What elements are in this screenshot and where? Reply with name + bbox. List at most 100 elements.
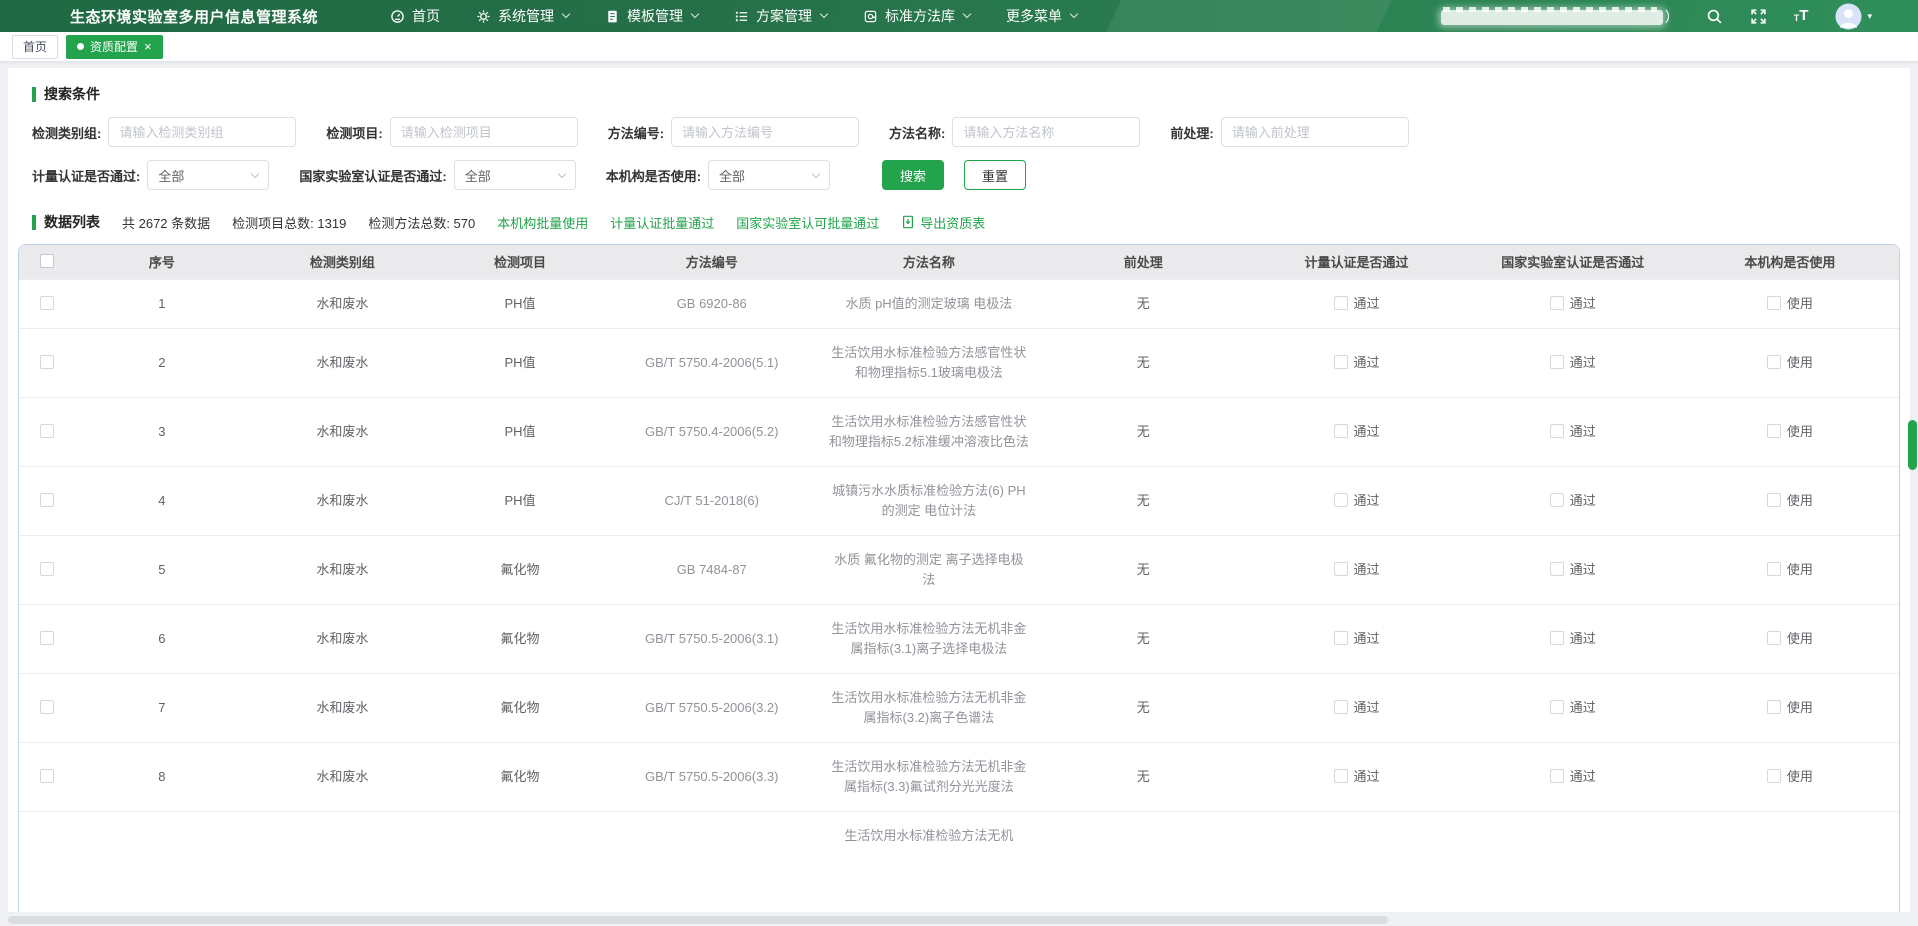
- cell-method-code: GB/T 5750.5-2006(3.3): [604, 742, 820, 811]
- batch-use-link[interactable]: 本机构批量使用: [497, 213, 588, 232]
- search-section-title: 搜索条件: [32, 84, 1900, 104]
- row-checkbox[interactable]: [40, 631, 54, 645]
- cell-category: 水和废水: [248, 328, 436, 397]
- chevron-down-icon: [251, 169, 259, 177]
- dashboard-icon: [390, 9, 405, 24]
- horizontal-scrollbar-thumb[interactable]: [8, 916, 1388, 924]
- horizontal-scrollbar[interactable]: [0, 914, 1918, 926]
- vertical-scrollbar-thumb[interactable]: [1908, 420, 1917, 470]
- metrology-pass-checkbox[interactable]: [1334, 562, 1348, 576]
- cell-metrology-pass: 通过: [1248, 742, 1464, 811]
- cell-category: 水和废水: [248, 742, 436, 811]
- org-use-checkbox[interactable]: [1767, 769, 1781, 783]
- row-checkbox[interactable]: [40, 296, 54, 310]
- cell-org-use: 使用: [1681, 397, 1899, 466]
- org-use-checkbox[interactable]: [1767, 296, 1781, 310]
- library-icon: [863, 9, 878, 24]
- method-total-count: 检测方法总数: 570: [368, 213, 475, 232]
- cell-index: 3: [75, 397, 248, 466]
- row-checkbox[interactable]: [40, 424, 54, 438]
- cell-method-code: CJ/T 51-2018(6): [604, 466, 820, 535]
- cell-test-item: 氟化物: [436, 673, 603, 742]
- batch-metrology-pass-link[interactable]: 计量认证批量通过: [610, 213, 714, 232]
- row-checkbox[interactable]: [40, 769, 54, 783]
- row-checkbox[interactable]: [40, 562, 54, 576]
- national-pass-checkbox[interactable]: [1550, 769, 1564, 783]
- cell-org-use: 使用: [1681, 328, 1899, 397]
- field-test-item: 检测项目:: [326, 117, 577, 147]
- national-pass-checkbox[interactable]: [1550, 296, 1564, 310]
- tab-qualification-config[interactable]: 资质配置 ×: [66, 35, 163, 59]
- org-use-checkbox[interactable]: [1767, 562, 1781, 576]
- row-checkbox[interactable]: [40, 700, 54, 714]
- batch-national-pass-link[interactable]: 国家实验室认可批量通过: [736, 213, 879, 232]
- cell-pretreatment: 无: [1038, 673, 1249, 742]
- chevron-down-icon: [820, 10, 828, 18]
- select-all-checkbox[interactable]: [40, 254, 54, 268]
- category-group-input[interactable]: [108, 117, 296, 147]
- national-pass-checkbox[interactable]: [1550, 493, 1564, 507]
- metrology-pass-checkbox[interactable]: [1334, 700, 1348, 714]
- cell-national-pass: 通过: [1465, 673, 1681, 742]
- export-qualification-link[interactable]: 导出资质表: [901, 213, 985, 232]
- method-code-input[interactable]: [671, 117, 859, 147]
- fullscreen-icon: [1750, 8, 1767, 25]
- avatar: [1835, 3, 1862, 30]
- close-icon[interactable]: ×: [144, 40, 152, 53]
- org-use-checkbox[interactable]: [1767, 493, 1781, 507]
- active-dot-icon: [77, 43, 84, 50]
- cell-index: 6: [75, 604, 248, 673]
- app-title: 生态环境实验室多用户信息管理系统: [70, 6, 318, 27]
- national-pass-checkbox[interactable]: [1550, 631, 1564, 645]
- row-checkbox[interactable]: [40, 355, 54, 369]
- cell-index: 7: [75, 673, 248, 742]
- metrology-pass-checkbox[interactable]: [1334, 769, 1348, 783]
- national-pass-checkbox[interactable]: [1550, 562, 1564, 576]
- section-accent-bar: [32, 215, 36, 230]
- cell-index: 4: [75, 466, 248, 535]
- cell-pretreatment: 无: [1038, 397, 1249, 466]
- menu-template[interactable]: 模板管理: [605, 6, 698, 26]
- tab-home[interactable]: 首页: [12, 35, 58, 59]
- search-submit-button[interactable]: 搜索: [882, 160, 944, 190]
- cell-test-item: PH值: [436, 466, 603, 535]
- org-use-checkbox[interactable]: [1767, 700, 1781, 714]
- user-menu[interactable]: ▾: [1835, 3, 1872, 30]
- metrology-pass-checkbox[interactable]: [1334, 296, 1348, 310]
- national-pass-checkbox[interactable]: [1550, 355, 1564, 369]
- menu-more[interactable]: 更多菜单: [1006, 6, 1077, 26]
- redaction-blur: [1441, 10, 1663, 25]
- menu-home[interactable]: 首页: [390, 6, 440, 26]
- method-name-input[interactable]: [952, 117, 1140, 147]
- chevron-down-icon: [691, 10, 699, 18]
- metrology-pass-checkbox[interactable]: [1334, 424, 1348, 438]
- font-size-button[interactable]: TT: [1794, 8, 1809, 24]
- menu-system[interactable]: 系统管理: [476, 6, 569, 26]
- metrology-pass-select[interactable]: 全部: [147, 160, 269, 190]
- cell-org-use: 使用: [1681, 742, 1899, 811]
- national-pass-checkbox[interactable]: [1550, 700, 1564, 714]
- org-use-checkbox[interactable]: [1767, 424, 1781, 438]
- national-pass-checkbox[interactable]: [1550, 424, 1564, 438]
- national-lab-pass-select[interactable]: 全部: [454, 160, 576, 190]
- list-icon: [734, 9, 749, 24]
- menu-plan[interactable]: 方案管理: [734, 6, 827, 26]
- org-use-checkbox[interactable]: [1767, 631, 1781, 645]
- org-use-select[interactable]: 全部: [708, 160, 830, 190]
- metrology-pass-checkbox[interactable]: [1334, 493, 1348, 507]
- reset-button[interactable]: 重置: [964, 160, 1026, 190]
- cell-metrology-pass: 通过: [1248, 279, 1464, 328]
- menu-standard-library[interactable]: 标准方法库: [863, 6, 970, 26]
- metrology-pass-checkbox[interactable]: [1334, 355, 1348, 369]
- chevron-down-icon: ▾: [1867, 11, 1872, 22]
- cell-national-pass: 通过: [1465, 397, 1681, 466]
- search-button[interactable]: [1706, 8, 1723, 25]
- cell-method-name: 生活饮用水标准检验方法无机非金属指标(3.1)离子选择电极法: [820, 604, 1038, 673]
- cell-method-name: 生活饮用水标准检验方法感官性状和物理指标5.1玻璃电极法: [820, 328, 1038, 397]
- pretreatment-input[interactable]: [1221, 117, 1409, 147]
- org-use-checkbox[interactable]: [1767, 355, 1781, 369]
- row-checkbox[interactable]: [40, 493, 54, 507]
- test-item-input[interactable]: [390, 117, 578, 147]
- fullscreen-button[interactable]: [1750, 8, 1767, 25]
- metrology-pass-checkbox[interactable]: [1334, 631, 1348, 645]
